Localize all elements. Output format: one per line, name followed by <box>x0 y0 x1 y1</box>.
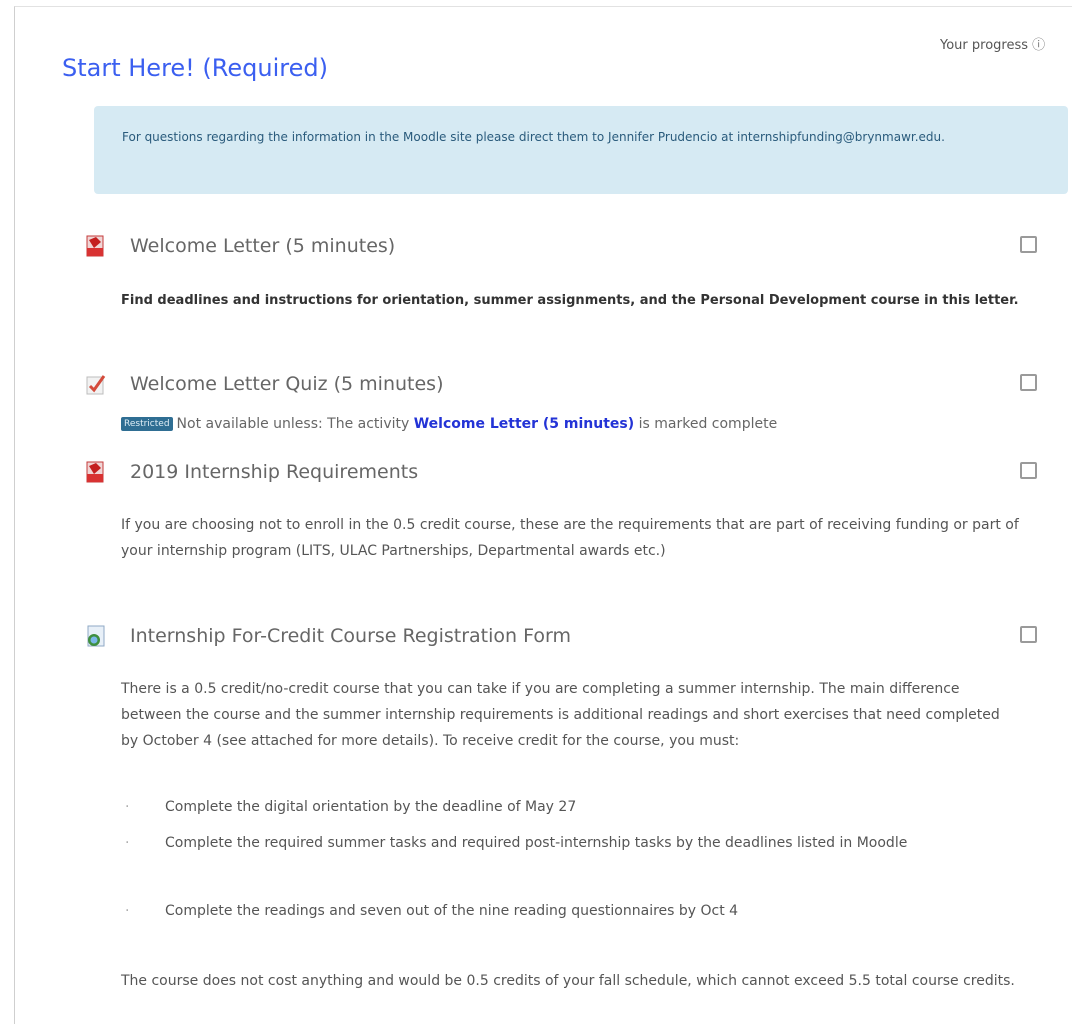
progress-text: Your progress <box>940 38 1029 53</box>
info-icon[interactable]: ⓘ <box>1032 38 1045 53</box>
activity-name[interactable]: Internship For-Credit Course Registratio… <box>130 622 571 650</box>
bullet-glyph: · <box>125 903 130 919</box>
activity-name[interactable]: Welcome Letter Quiz (5 minutes) <box>130 370 443 398</box>
list-item-text: Complete the digital orientation by the … <box>165 799 577 815</box>
activity-footer-text: The course does not cost anything and wo… <box>121 973 1015 989</box>
pdf-icon <box>86 461 104 483</box>
pdf-icon <box>86 235 104 257</box>
completion-checkbox[interactable] <box>1020 236 1037 253</box>
bullet-glyph: · <box>125 799 130 815</box>
completion-checkbox[interactable] <box>1020 462 1037 479</box>
list-item: · Complete the digital orientation by th… <box>121 794 1021 820</box>
quiz-icon <box>86 375 106 395</box>
activity-description: Find deadlines and instructions for orie… <box>121 293 1019 308</box>
restricted-badge: Restricted <box>121 417 173 431</box>
activity-description: If you are choosing not to enroll in the… <box>121 517 1019 559</box>
list-item: · Complete the readings and seven out of… <box>121 898 1021 924</box>
list-item: · Complete the required summer tasks and… <box>121 830 1021 856</box>
completion-checkbox[interactable] <box>1020 626 1037 643</box>
activity-welcome-letter[interactable]: Welcome Letter (5 minutes) <box>84 232 1054 260</box>
restriction-prefix: Not available unless: The activity <box>176 416 414 432</box>
document-icon <box>87 625 105 647</box>
progress-label: Your progress ⓘ <box>940 34 1045 53</box>
notice-box: For questions regarding the information … <box>94 106 1068 194</box>
activity-registration-form[interactable]: Internship For-Credit Course Registratio… <box>84 622 1054 650</box>
activity-description: There is a 0.5 credit/no-credit course t… <box>121 681 1000 749</box>
activity-name[interactable]: Welcome Letter (5 minutes) <box>130 232 395 260</box>
completion-checkbox[interactable] <box>1020 374 1037 391</box>
activity-name[interactable]: 2019 Internship Requirements <box>130 458 418 486</box>
restriction-link[interactable]: Welcome Letter (5 minutes) <box>414 416 634 432</box>
list-item-text: Complete the readings and seven out of t… <box>165 903 739 919</box>
activity-internship-requirements[interactable]: 2019 Internship Requirements <box>84 458 1054 486</box>
restriction-suffix: is marked complete <box>634 416 778 432</box>
activity-welcome-letter-quiz[interactable]: Welcome Letter Quiz (5 minutes) <box>84 370 1054 398</box>
bullet-glyph: · <box>125 835 130 851</box>
section-title[interactable]: Start Here! (Required) <box>62 54 328 82</box>
restriction-notice: Restricted Not available unless: The acti… <box>121 416 777 432</box>
list-item-text: Complete the required summer tasks and r… <box>165 835 908 851</box>
